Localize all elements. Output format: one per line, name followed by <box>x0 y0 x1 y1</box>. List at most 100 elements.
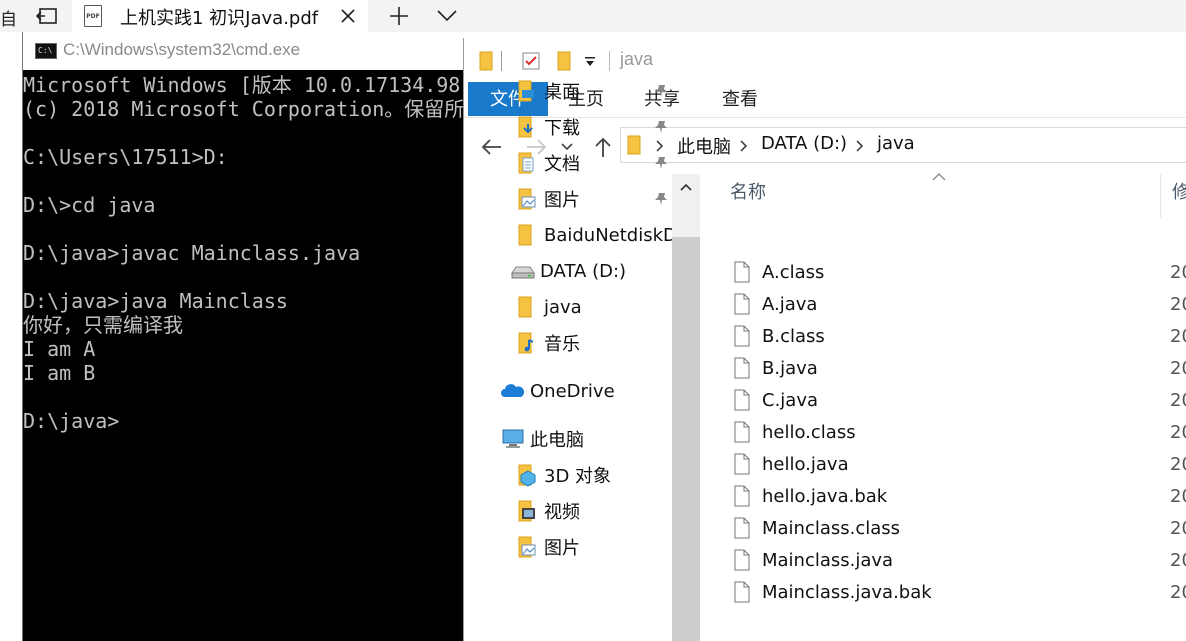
nav-item-label: 图片 <box>544 538 580 559</box>
nav-item[interactable]: 文档 <box>514 148 580 178</box>
nav-item-label: 视频 <box>544 502 580 523</box>
new-tab-icon[interactable] <box>386 4 412 28</box>
file-date-modified: 20 <box>1170 390 1186 411</box>
file-date-modified: 20 <box>1170 486 1186 507</box>
console-line: D:\java> <box>23 409 120 433</box>
file-row[interactable]: B.java 20 <box>730 354 1186 386</box>
cmd-console-output[interactable]: Microsoft Windows [版本 10.0.17134.98 (c) 2… <box>23 73 483 641</box>
file-name: B.java <box>762 358 818 379</box>
file-row[interactable]: hello.java 20 <box>730 450 1186 482</box>
file-list[interactable]: 名称 修 A.class20A.java20B.class20B.java20C… <box>700 173 1186 641</box>
cmd-app-icon: C:\ <box>35 43 57 59</box>
folder-icon <box>514 223 540 247</box>
tab-view[interactable]: 查看 <box>722 82 758 116</box>
file-name: Mainclass.java <box>762 550 894 571</box>
set-tabs-aside-icon[interactable] <box>34 4 60 28</box>
document-file-icon <box>734 453 750 475</box>
documents-folder-icon <box>514 151 540 175</box>
3d-objects-icon <box>514 463 540 487</box>
chevron-down-icon[interactable] <box>434 4 460 28</box>
drive-icon <box>510 261 536 281</box>
folder-icon <box>478 50 494 72</box>
document-file-icon <box>734 325 750 347</box>
address-bar[interactable]: 此电脑 DATA (D:) java <box>620 127 1186 163</box>
customize-toolbar-icon[interactable] <box>582 50 598 72</box>
column-header-date[interactable]: 修 <box>1172 178 1186 204</box>
console-line: D:\java>java Mainclass <box>23 289 288 313</box>
nav-item[interactable]: BaiduNetdiskD <box>514 220 677 250</box>
navigation-pane[interactable]: 图片 视频 3D 对象 此电脑 OneDrive 音乐 java DATA (D:) Baidu… <box>464 80 700 641</box>
nav-item-label: 3D 对象 <box>544 466 612 487</box>
nav-item[interactable]: 3D 对象 <box>514 460 611 490</box>
nav-item[interactable]: DATA (D:) <box>510 256 626 286</box>
downloads-folder-icon <box>514 115 540 139</box>
file-row[interactable]: hello.java.bak 20 <box>730 482 1186 514</box>
close-tab-icon[interactable] <box>336 4 360 28</box>
breadcrumb-java[interactable]: java <box>877 133 915 154</box>
file-row[interactable]: A.class 20 <box>730 258 1186 290</box>
file-explorer-window[interactable]: java 文件 主页 共享 查看 此电脑 DATA (D:) java 图片 视… <box>463 38 1186 641</box>
properties-icon[interactable] <box>520 50 542 72</box>
cmd-window-title: C:\Windows\system32\cmd.exe <box>63 40 301 59</box>
nav-item[interactable]: 音乐 <box>514 328 580 358</box>
computer-icon <box>500 428 526 450</box>
nav-item-label: java <box>544 296 582 318</box>
file-name: C.java <box>762 390 819 411</box>
partial-glyph: 自 <box>0 10 17 30</box>
nav-item[interactable]: 此电脑 <box>500 424 584 454</box>
scrollbar-thumb[interactable] <box>672 237 700 641</box>
nav-item-label: 桌面 <box>544 82 580 103</box>
pin-icon[interactable] <box>652 118 670 136</box>
chevron-right-icon[interactable] <box>737 138 751 154</box>
document-file-icon <box>734 581 750 603</box>
new-folder-icon[interactable] <box>556 50 572 72</box>
back-arrow-icon[interactable] <box>478 134 504 160</box>
nav-scrollbar[interactable] <box>672 174 700 641</box>
file-row[interactable]: Mainclass.java.bak 20 <box>730 578 1186 610</box>
file-row[interactable]: Mainclass.class 20 <box>730 514 1186 546</box>
nav-item[interactable]: 视频 <box>514 496 580 526</box>
nav-item[interactable]: 图片 <box>514 184 580 214</box>
cmd-window[interactable]: C:\ C:\Windows\system32\cmd.exe Microsof… <box>22 32 483 641</box>
folder-icon <box>514 295 540 319</box>
file-date-modified: 20 <box>1170 358 1186 379</box>
chevron-right-icon[interactable] <box>653 138 667 154</box>
toolbar-separator <box>500 50 504 72</box>
console-line: (c) 2018 Microsoft Corporation。保留所 <box>23 97 465 121</box>
nav-item[interactable]: 桌面 <box>514 76 580 106</box>
column-divider[interactable] <box>1160 174 1161 218</box>
document-file-icon <box>734 293 750 315</box>
cmd-titlebar[interactable]: C:\ C:\Windows\system32\cmd.exe <box>23 32 483 70</box>
file-row[interactable]: C.java 20 <box>730 386 1186 418</box>
breadcrumb-data-drive[interactable]: DATA (D:) <box>761 133 847 154</box>
nav-item[interactable]: 图片 <box>514 532 580 562</box>
breadcrumb-this-pc[interactable]: 此电脑 <box>677 133 731 159</box>
pin-icon[interactable] <box>652 190 670 208</box>
file-row[interactable]: B.class 20 <box>730 322 1186 354</box>
browser-tab-active[interactable]: PDF 上机实践1 初识Java.pdf <box>72 0 368 32</box>
file-date-modified: 20 <box>1170 550 1186 571</box>
nav-item[interactable]: java <box>514 292 582 322</box>
nav-item-label: 音乐 <box>544 334 580 355</box>
pin-icon[interactable] <box>652 82 670 100</box>
file-date-modified: 20 <box>1170 262 1186 283</box>
title-separator <box>608 50 612 72</box>
nav-item[interactable]: 下载 <box>514 112 580 142</box>
column-header-name[interactable]: 名称 <box>730 178 766 204</box>
console-line: Microsoft Windows [版本 10.0.17134.98 <box>23 73 461 97</box>
nav-item-label: 图片 <box>544 190 580 211</box>
pin-icon[interactable] <box>652 154 670 172</box>
scroll-up-icon[interactable] <box>672 174 700 200</box>
chevron-right-icon[interactable] <box>853 138 867 154</box>
nav-item-label: 此电脑 <box>530 430 584 451</box>
up-arrow-icon[interactable] <box>590 134 616 160</box>
file-row[interactable]: Mainclass.java 20 <box>730 546 1186 578</box>
file-row[interactable]: hello.class 20 <box>730 418 1186 450</box>
browser-tab-title: 上机实践1 初识Java.pdf <box>120 8 319 29</box>
console-line: I am A <box>23 337 96 361</box>
console-line: D:\>cd java <box>23 193 156 217</box>
nav-item[interactable]: OneDrive <box>500 376 615 406</box>
file-row[interactable]: A.java 20 <box>730 290 1186 322</box>
